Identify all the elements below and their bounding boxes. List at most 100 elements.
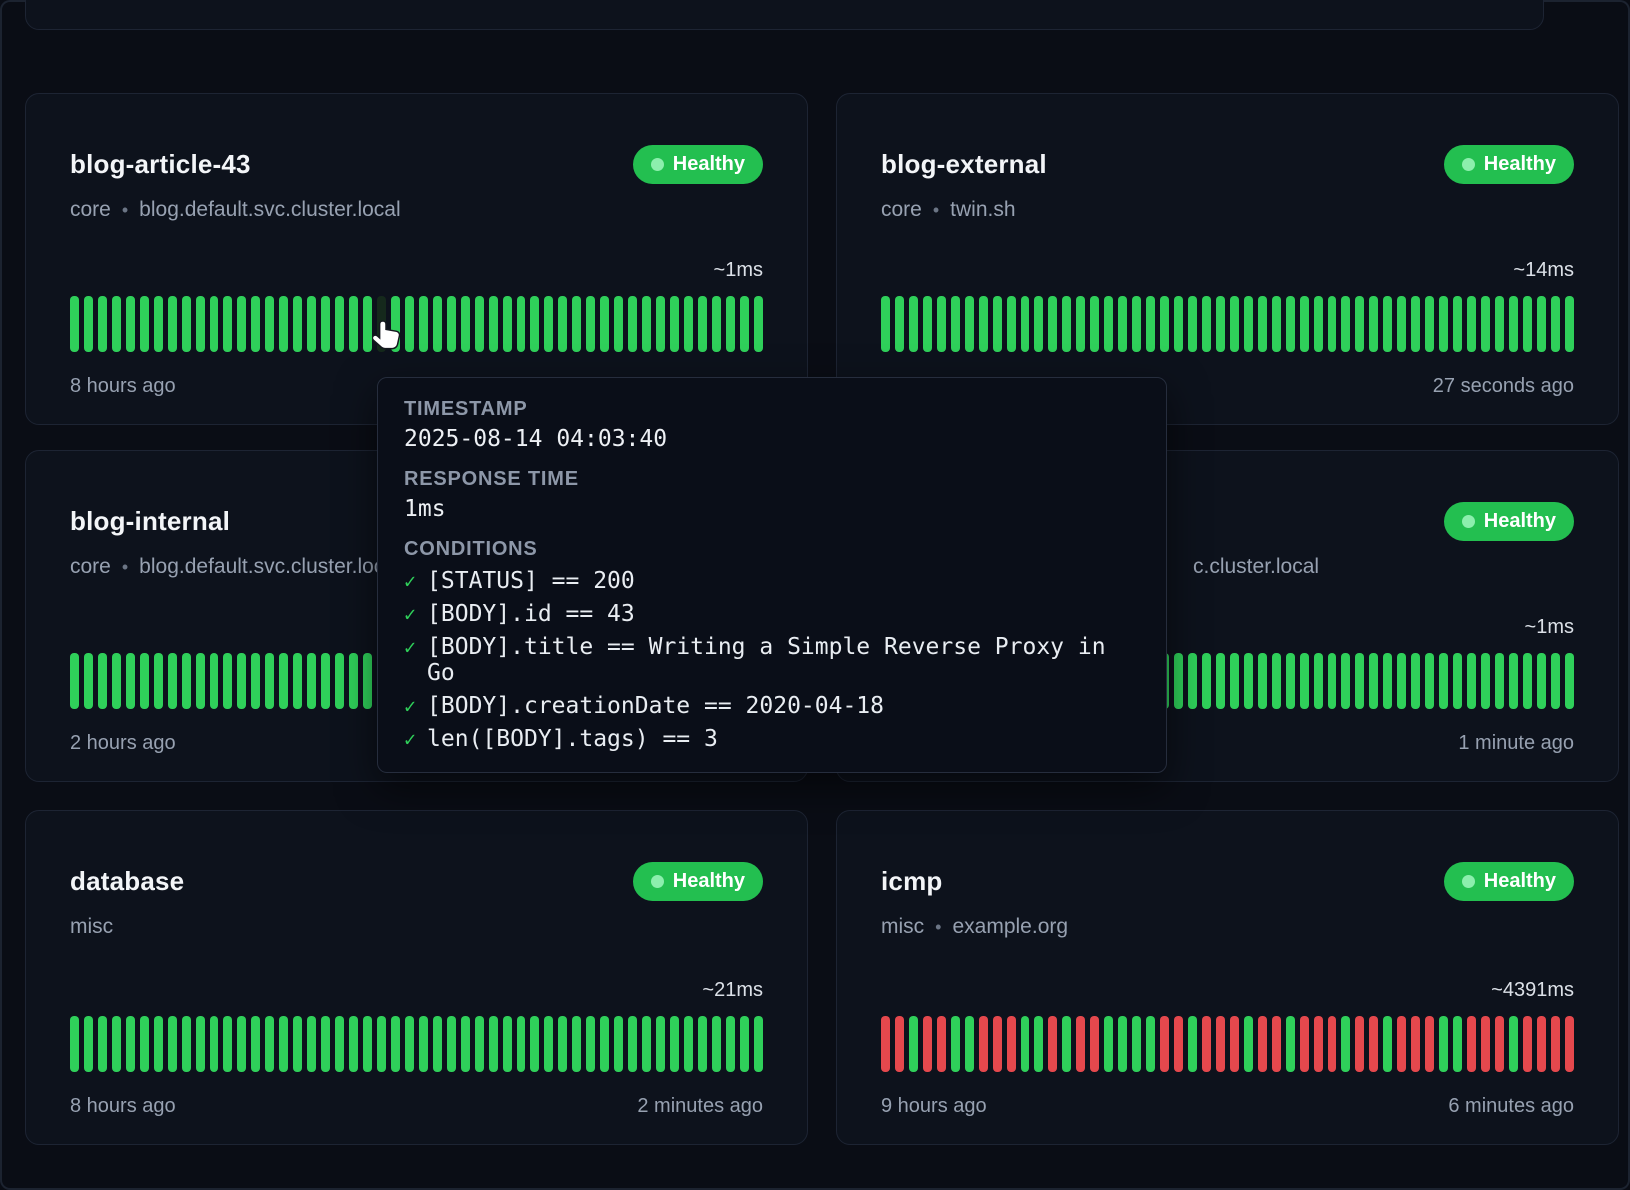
uptime-bar[interactable] [1495,1016,1504,1072]
uptime-bar[interactable] [1341,296,1350,352]
uptime-bar[interactable] [1411,653,1420,709]
uptime-bar[interactable] [251,653,260,709]
uptime-bar[interactable] [433,1016,442,1072]
uptime-bar[interactable] [1258,653,1267,709]
uptime-bar[interactable] [1453,1016,1462,1072]
uptime-bar[interactable] [307,653,316,709]
uptime-bar[interactable] [1104,1016,1113,1072]
uptime-bar[interactable] [1467,296,1476,352]
uptime-bar[interactable] [642,1016,651,1072]
uptime-bar[interactable] [1048,1016,1057,1072]
uptime-bar[interactable] [1216,1016,1225,1072]
uptime-bar[interactable] [1537,1016,1546,1072]
uptime-bar[interactable] [1021,296,1030,352]
uptime-bar[interactable] [517,296,526,352]
uptime-bar[interactable] [1355,1016,1364,1072]
uptime-bar[interactable] [503,296,512,352]
uptime-bar[interactable] [572,1016,581,1072]
uptime-bar[interactable] [614,1016,623,1072]
uptime-bar[interactable] [979,1016,988,1072]
uptime-bar[interactable] [1467,1016,1476,1072]
uptime-bar[interactable] [210,296,219,352]
uptime-bar[interactable] [1188,296,1197,352]
uptime-bar[interactable] [223,296,232,352]
uptime-bar[interactable] [363,1016,372,1072]
uptime-bar[interactable] [1202,1016,1211,1072]
uptime-bar[interactable] [1202,653,1211,709]
uptime-bar[interactable] [1118,1016,1127,1072]
uptime-bars[interactable] [70,1016,763,1072]
uptime-bar[interactable] [1467,653,1476,709]
uptime-bar[interactable] [1258,1016,1267,1072]
uptime-bar[interactable] [895,296,904,352]
uptime-bar[interactable] [1355,653,1364,709]
uptime-bar[interactable] [544,1016,553,1072]
uptime-bar[interactable] [349,296,358,352]
uptime-bar[interactable] [168,1016,177,1072]
uptime-bar[interactable] [112,653,121,709]
uptime-bar[interactable] [1076,296,1085,352]
endpoint-title[interactable]: blog-article-43 [70,149,251,180]
uptime-bar[interactable] [1537,296,1546,352]
uptime-bar[interactable] [1565,653,1574,709]
uptime-bar[interactable] [377,296,386,352]
uptime-bar[interactable] [937,1016,946,1072]
uptime-bar[interactable] [1230,1016,1239,1072]
uptime-bar[interactable] [740,296,749,352]
uptime-bar[interactable] [1300,1016,1309,1072]
uptime-bar[interactable] [321,653,330,709]
uptime-bar[interactable] [1369,1016,1378,1072]
uptime-bar[interactable] [937,296,946,352]
uptime-bar[interactable] [586,1016,595,1072]
uptime-bar[interactable] [1439,1016,1448,1072]
uptime-bar[interactable] [1481,296,1490,352]
uptime-bar[interactable] [1272,296,1281,352]
uptime-bars[interactable] [881,1016,1574,1072]
uptime-bar[interactable] [1048,296,1057,352]
uptime-bar[interactable] [1509,653,1518,709]
uptime-bar[interactable] [1551,1016,1560,1072]
uptime-bar[interactable] [1425,1016,1434,1072]
uptime-bar[interactable] [1551,653,1560,709]
uptime-bar[interactable] [586,296,595,352]
uptime-bar[interactable] [670,1016,679,1072]
uptime-bar[interactable] [1397,653,1406,709]
uptime-bar[interactable] [1397,1016,1406,1072]
uptime-bar[interactable] [1453,296,1462,352]
uptime-bar[interactable] [168,296,177,352]
uptime-bar[interactable] [712,1016,721,1072]
uptime-bar[interactable] [84,296,93,352]
uptime-bar[interactable] [656,1016,665,1072]
uptime-bar[interactable] [600,296,609,352]
endpoint-title[interactable]: blog-internal [70,506,230,537]
uptime-bar[interactable] [1314,296,1323,352]
uptime-bar[interactable] [321,296,330,352]
uptime-bar[interactable] [558,1016,567,1072]
uptime-bar[interactable] [698,296,707,352]
uptime-bar[interactable] [182,296,191,352]
uptime-bar[interactable] [1286,296,1295,352]
uptime-bar[interactable] [140,1016,149,1072]
uptime-bar[interactable] [98,1016,107,1072]
uptime-bar[interactable] [279,653,288,709]
uptime-bar[interactable] [1328,296,1337,352]
uptime-bar[interactable] [544,296,553,352]
uptime-bar[interactable] [656,296,665,352]
uptime-bar[interactable] [1174,1016,1183,1072]
uptime-bar[interactable] [1230,653,1239,709]
endpoint-title[interactable]: blog-external [881,149,1047,180]
uptime-bar[interactable] [1272,653,1281,709]
uptime-bar[interactable] [98,653,107,709]
uptime-bar[interactable] [1341,653,1350,709]
uptime-bar[interactable] [1244,1016,1253,1072]
uptime-bar[interactable] [182,653,191,709]
uptime-bar[interactable] [335,296,344,352]
uptime-bar[interactable] [1174,296,1183,352]
uptime-bar[interactable] [237,653,246,709]
uptime-bar[interactable] [1369,296,1378,352]
uptime-bar[interactable] [1509,296,1518,352]
uptime-bar[interactable] [684,1016,693,1072]
uptime-bar[interactable] [1188,1016,1197,1072]
uptime-bars[interactable] [881,296,1574,352]
uptime-bar[interactable] [1328,653,1337,709]
